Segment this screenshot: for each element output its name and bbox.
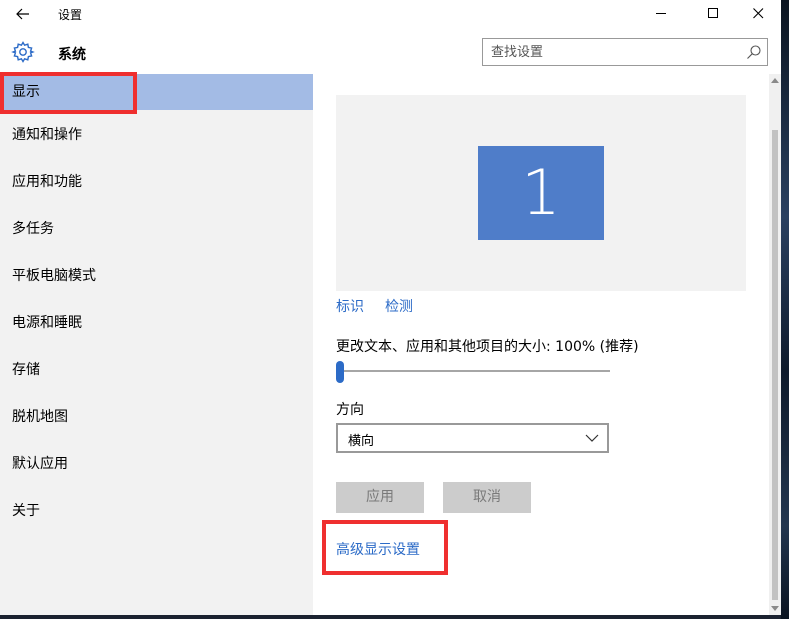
scroll-down-icon[interactable] xyxy=(771,606,779,611)
scroll-up-icon[interactable] xyxy=(771,78,779,83)
gear-icon xyxy=(11,41,35,63)
orientation-label: 方向 xyxy=(336,402,364,418)
settings-window: 设置 系统 显示 通知和操作 xyxy=(0,0,781,615)
title-bar: 设置 xyxy=(0,0,781,30)
back-button[interactable] xyxy=(8,2,38,28)
search-box[interactable] xyxy=(482,38,768,66)
minimize-button[interactable] xyxy=(638,0,684,28)
search-input[interactable] xyxy=(491,43,741,61)
maximize-button[interactable] xyxy=(690,0,736,28)
close-button[interactable] xyxy=(735,0,781,28)
sidebar-item-multitasking[interactable]: 多任务 xyxy=(0,211,313,247)
minimize-icon xyxy=(656,13,666,14)
highlight-box-display xyxy=(0,72,137,114)
scrollbar[interactable] xyxy=(769,74,781,615)
scrollbar-thumb[interactable] xyxy=(772,130,778,600)
scale-label: 更改文本、应用和其他项目的大小: 100% (推荐) xyxy=(336,339,639,355)
sidebar-item-default-apps[interactable]: 默认应用 xyxy=(0,446,313,482)
chevron-down-icon xyxy=(585,434,599,442)
scale-slider-thumb[interactable] xyxy=(336,361,344,383)
page-title: 系统 xyxy=(58,47,86,63)
sidebar-item-offline-maps[interactable]: 脱机地图 xyxy=(0,399,313,435)
sidebar-item-notifications[interactable]: 通知和操作 xyxy=(0,117,313,153)
monitor-tile[interactable]: 1 xyxy=(478,146,604,240)
sidebar: 显示 通知和操作 应用和功能 多任务 平板电脑模式 电源和睡眠 存储 脱机地图 … xyxy=(0,74,313,615)
scale-slider-track[interactable] xyxy=(340,370,610,372)
back-arrow-icon xyxy=(16,8,29,20)
sidebar-item-apps-features[interactable]: 应用和功能 xyxy=(0,164,313,200)
sidebar-item-tablet-mode[interactable]: 平板电脑模式 xyxy=(0,258,313,294)
search-icon[interactable] xyxy=(746,44,762,60)
detect-link[interactable]: 检测 xyxy=(385,296,413,316)
sidebar-item-power-sleep[interactable]: 电源和睡眠 xyxy=(0,305,313,341)
orientation-value: 横向 xyxy=(348,434,375,449)
close-icon xyxy=(753,8,764,19)
apply-button[interactable]: 应用 xyxy=(336,482,424,513)
desktop-background xyxy=(781,0,789,619)
window-title: 设置 xyxy=(58,8,83,22)
identify-link[interactable]: 标识 xyxy=(336,296,364,316)
maximize-icon xyxy=(708,8,718,18)
highlight-box-advanced xyxy=(322,520,448,575)
orientation-dropdown[interactable]: 横向 xyxy=(336,423,609,453)
cancel-button[interactable]: 取消 xyxy=(443,482,531,513)
monitor-arrangement: 1 xyxy=(336,95,746,291)
sidebar-item-storage[interactable]: 存储 xyxy=(0,352,313,388)
sidebar-item-about[interactable]: 关于 xyxy=(0,493,313,529)
